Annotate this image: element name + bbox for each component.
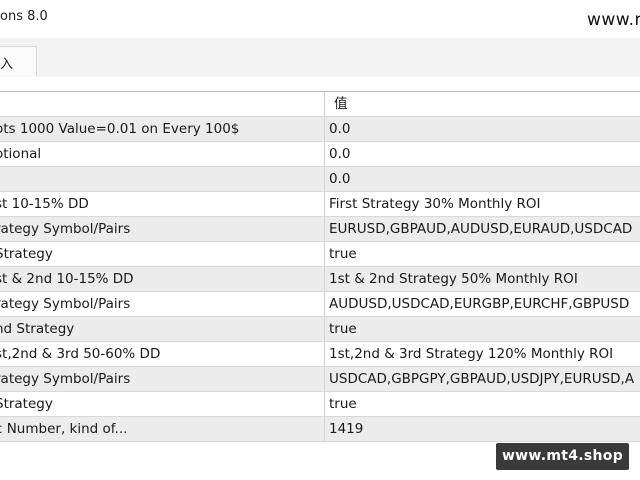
table-row[interactable]: st & 2nd 10-15% DD 1st & 2nd Strategy 50… — [0, 267, 640, 292]
param-value[interactable]: true — [329, 392, 640, 416]
header-variable — [0, 92, 325, 116]
tab-strip: 入 — [0, 38, 640, 78]
param-name: c Number, kind of... — [0, 417, 325, 441]
watermark-url: www.m — [587, 10, 640, 30]
param-name: ots 1000 Value=0.01 on Every 100$ — [0, 117, 325, 141]
param-name: st & 2nd 10-15% DD — [0, 267, 325, 291]
table-row[interactable]: rategy Symbol/Pairs AUDUSD,USDCAD,EURGBP… — [0, 292, 640, 317]
window-titlebar: ons 8.0 www.m — [0, 0, 640, 38]
param-value[interactable]: USDCAD,GBPGPY,GBPAUD,USDJPY,EURUSD,A — [329, 367, 640, 391]
table-row[interactable]: 0.0 — [0, 167, 640, 192]
param-value[interactable]: true — [329, 242, 640, 266]
param-name: rategy Symbol/Pairs — [0, 367, 325, 391]
param-value[interactable]: EURUSD,GBPAUD,AUDUSD,EURAUD,USDCAD — [329, 217, 640, 241]
param-name: Strategy — [0, 392, 325, 416]
table-row[interactable]: otional 0.0 — [0, 142, 640, 167]
param-name: otional — [0, 142, 325, 166]
tab-inputs-label: 入 — [0, 57, 14, 72]
param-name: rategy Symbol/Pairs — [0, 217, 325, 241]
param-value[interactable]: 0.0 — [329, 167, 640, 191]
table-row[interactable]: st,2nd & 3rd 50-60% DD 1st,2nd & 3rd Str… — [0, 342, 640, 367]
table-row[interactable]: Strategy true — [0, 242, 640, 267]
header-value: 值 — [334, 96, 348, 112]
param-value[interactable]: 1st & 2nd Strategy 50% Monthly ROI — [329, 267, 640, 291]
param-name — [0, 167, 325, 191]
param-value[interactable]: 0.0 — [329, 117, 640, 141]
table-row[interactable]: rategy Symbol/Pairs USDCAD,GBPGPY,GBPAUD… — [0, 367, 640, 392]
param-value[interactable]: 0.0 — [329, 142, 640, 166]
param-value[interactable]: 1st,2nd & 3rd Strategy 120% Monthly ROI — [329, 342, 640, 366]
inputs-panel: 值 ots 1000 Value=0.01 on Every 100$ 0.0 … — [0, 77, 640, 480]
tab-inputs[interactable]: 入 — [0, 46, 37, 77]
table-row[interactable]: Strategy true — [0, 392, 640, 417]
param-value[interactable]: First Strategy 30% Monthly ROI — [329, 192, 640, 216]
param-value[interactable]: 1419 — [329, 417, 640, 441]
param-name: st 10-15% DD — [0, 192, 325, 216]
param-name: nd Strategy — [0, 317, 325, 341]
param-name: rategy Symbol/Pairs — [0, 292, 325, 316]
parameters-grid: 值 ots 1000 Value=0.01 on Every 100$ 0.0 … — [0, 91, 640, 442]
param-name: Strategy — [0, 242, 325, 266]
table-row[interactable]: st 10-15% DD First Strategy 30% Monthly … — [0, 192, 640, 217]
table-row[interactable]: rategy Symbol/Pairs EURUSD,GBPAUD,AUDUSD… — [0, 217, 640, 242]
table-row[interactable]: c Number, kind of... 1419 — [0, 417, 640, 442]
grid-header: 值 — [0, 92, 640, 117]
watermark-badge: www.mt4.shop — [496, 443, 629, 470]
table-row[interactable]: ots 1000 Value=0.01 on Every 100$ 0.0 — [0, 117, 640, 142]
window-title: ons 8.0 — [0, 9, 48, 24]
param-name: st,2nd & 3rd 50-60% DD — [0, 342, 325, 366]
param-value[interactable]: AUDUSD,USDCAD,EURGBP,EURCHF,GBPUSD — [329, 292, 640, 316]
table-row[interactable]: nd Strategy true — [0, 317, 640, 342]
param-value[interactable]: true — [329, 317, 640, 341]
